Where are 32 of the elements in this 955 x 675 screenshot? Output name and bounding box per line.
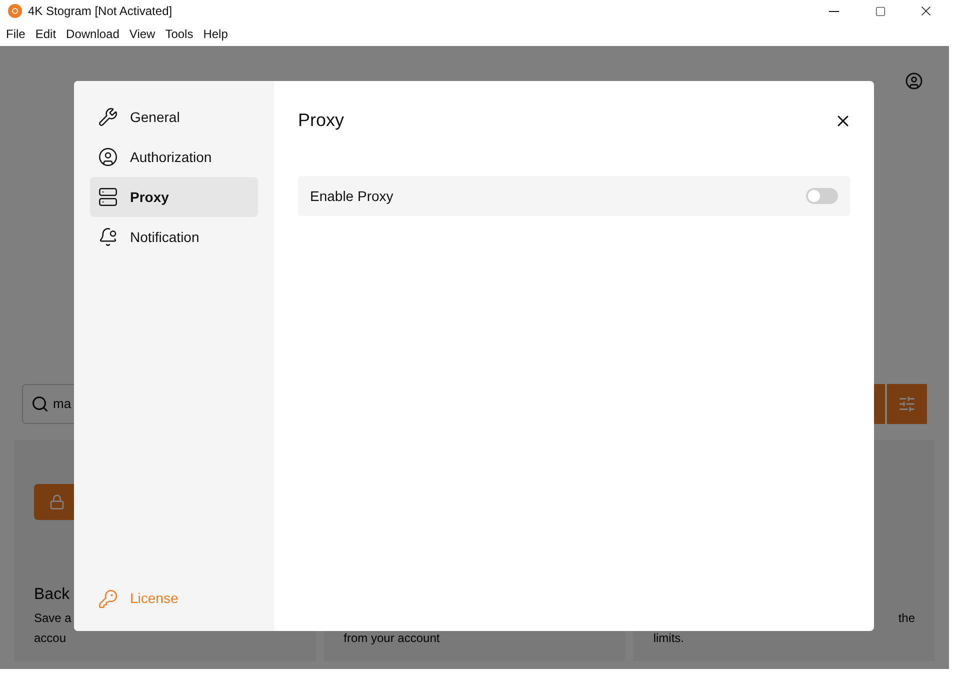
settings-nav-item[interactable]: General <box>90 97 258 137</box>
settings-nav-item[interactable]: Authorization <box>90 137 258 177</box>
key-icon <box>98 588 118 608</box>
account-icon[interactable] <box>905 72 923 90</box>
user-circle-icon <box>98 147 118 167</box>
card-description: accou <box>34 630 66 647</box>
settings-nav-item[interactable]: Proxy <box>90 177 258 217</box>
server-icon <box>98 187 118 207</box>
card-description: the <box>898 610 916 627</box>
menu-item[interactable]: Help <box>198 25 233 43</box>
card-description: limits. <box>653 630 684 647</box>
card-description: from your account <box>344 630 440 647</box>
wrench-icon <box>98 107 118 127</box>
search-icon <box>31 395 49 413</box>
app-logo-icon <box>8 4 22 18</box>
card-title: Back <box>34 585 70 605</box>
menu-item[interactable]: Download <box>61 25 124 43</box>
window-title: 4K Stogram [Not Activated] <box>28 3 172 20</box>
menu-item[interactable]: Edit <box>30 25 62 43</box>
dialog-title: Proxy <box>298 109 344 132</box>
filter-button[interactable] <box>887 384 927 424</box>
menu-item[interactable]: Tools <box>160 25 198 43</box>
bell-icon <box>98 227 118 247</box>
setting-label: Enable Proxy <box>310 186 394 206</box>
settings-nav-item[interactable]: Notification <box>90 217 258 257</box>
toggle-switch[interactable] <box>806 188 838 204</box>
maximize-icon <box>874 6 886 16</box>
menu-item[interactable]: View <box>124 25 160 43</box>
sliders-icon <box>898 395 916 413</box>
minimize-icon <box>829 10 839 12</box>
menu-item[interactable]: File <box>1 25 30 43</box>
card-description: Save a <box>34 610 72 627</box>
